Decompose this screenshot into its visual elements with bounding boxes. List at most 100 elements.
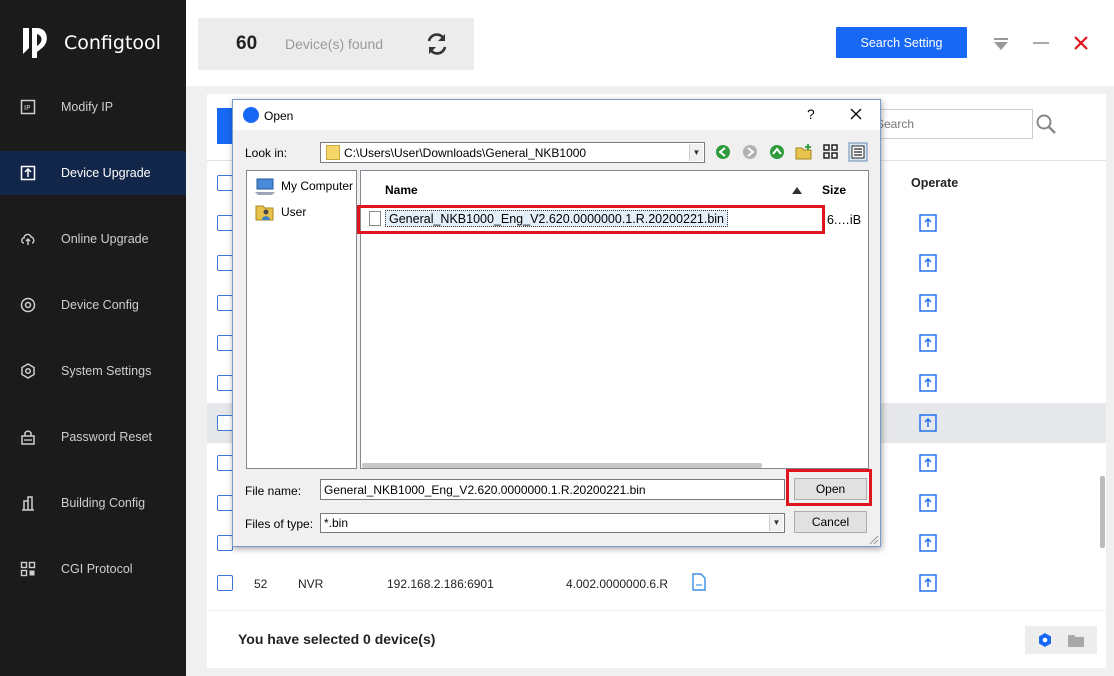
file-name-label: File name: — [245, 484, 302, 498]
row-checkbox[interactable] — [217, 255, 233, 271]
nav-item-device-upgrade[interactable]: Device Upgrade — [0, 151, 186, 195]
place-user[interactable]: User — [255, 202, 355, 222]
places-sidebar: My Computer User — [246, 170, 357, 469]
horizontal-scrollbar[interactable] — [362, 463, 762, 468]
cancel-button[interactable]: Cancel — [794, 511, 867, 533]
device-count-label: Device(s) found — [285, 36, 384, 52]
list-view-icon[interactable] — [821, 142, 841, 162]
forward-icon[interactable] — [740, 142, 760, 162]
settings-hex-icon[interactable] — [1037, 632, 1053, 648]
row-device-type: NVR — [298, 577, 324, 591]
row-checkbox[interactable] — [217, 455, 233, 471]
folder-icon — [326, 145, 340, 160]
upgrade-icon[interactable] — [919, 294, 937, 312]
row-checkbox[interactable] — [217, 335, 233, 351]
dropdown-icon[interactable] — [993, 38, 1009, 50]
my-computer-icon — [255, 178, 275, 195]
row-checkbox[interactable] — [217, 495, 233, 511]
nav-item-device-config[interactable]: Device Config — [0, 283, 186, 327]
user-folder-icon — [255, 205, 274, 221]
size-column-header[interactable]: Size — [822, 183, 846, 197]
file-name-input[interactable] — [320, 479, 785, 500]
select-all-checkbox[interactable] — [217, 175, 233, 191]
row-checkbox[interactable] — [217, 295, 233, 311]
top-bar: 60 Device(s) found Search Setting — [186, 0, 1114, 86]
selected-count-text: You have selected 0 device(s) — [238, 631, 436, 647]
table-scrollbar[interactable] — [1100, 476, 1105, 548]
look-in-combo[interactable]: C:\Users\User\Downloads\General_NKB1000 … — [320, 142, 705, 163]
upgrade-icon[interactable] — [919, 414, 937, 432]
device-upgrade-icon — [20, 165, 36, 181]
row-number: 52 — [254, 577, 268, 591]
upgrade-icon[interactable] — [919, 254, 937, 272]
dialog-close-icon[interactable] — [849, 107, 863, 121]
device-count-panel: 60 Device(s) found — [198, 18, 474, 70]
upgrade-icon[interactable] — [919, 334, 937, 352]
nav-label: Online Upgrade — [61, 232, 149, 246]
nav-item-modify-ip[interactable]: IP Modify IP — [0, 85, 186, 129]
files-of-type-label: Files of type: — [245, 517, 314, 531]
row-checkbox[interactable] — [217, 215, 233, 231]
resize-grip-icon[interactable] — [869, 535, 879, 545]
back-icon[interactable] — [713, 142, 733, 162]
app-name: Configtool — [64, 32, 161, 54]
brand: Configtool — [20, 26, 161, 60]
nav-item-password-reset[interactable]: Password Reset — [0, 415, 186, 459]
chevron-down-icon[interactable]: ▼ — [769, 515, 783, 531]
nav-label: Password Reset — [61, 430, 153, 444]
row-checkbox[interactable] — [217, 415, 233, 431]
new-folder-icon[interactable] — [794, 142, 814, 162]
upgrade-icon[interactable] — [919, 374, 937, 392]
building-config-icon — [22, 496, 34, 511]
footer: You have selected 0 device(s) — [207, 611, 1106, 668]
dialog-app-icon — [243, 107, 259, 123]
minimize-icon[interactable] — [1033, 42, 1049, 44]
help-button[interactable]: ? — [807, 106, 815, 122]
table-row[interactable]: 52 NVR 192.168.2.186:6901 4.002.0000000.… — [207, 563, 1106, 603]
file-icon[interactable] — [691, 573, 707, 591]
search-setting-button[interactable]: Search Setting — [836, 27, 967, 58]
refresh-icon[interactable] — [424, 31, 450, 57]
nav-item-cgi-protocol[interactable]: CGI Protocol — [0, 547, 186, 591]
upgrade-icon[interactable] — [919, 214, 937, 232]
nav-label: Device Config — [61, 298, 139, 312]
highlight-file-item — [357, 205, 825, 234]
sort-ascending-icon — [792, 187, 802, 194]
cgi-protocol-icon — [20, 561, 36, 577]
system-settings-icon — [21, 363, 35, 379]
up-folder-icon[interactable] — [767, 142, 787, 162]
row-version: 4.002.0000000.6.R — [566, 577, 669, 591]
search-input[interactable] — [867, 109, 1033, 139]
upgrade-icon[interactable] — [919, 494, 937, 512]
files-of-type-value: *.bin — [324, 516, 349, 530]
highlight-open-button — [786, 469, 872, 506]
folder-icon[interactable] — [1067, 632, 1085, 648]
nav-item-building-config[interactable]: Building Config — [0, 481, 186, 525]
files-of-type-select[interactable]: *.bin ▼ — [320, 513, 785, 533]
upgrade-icon[interactable] — [919, 534, 937, 552]
row-checkbox[interactable] — [217, 575, 233, 591]
place-label: My Computer — [281, 179, 354, 193]
dialog-title-bar: Open ? — [233, 100, 880, 130]
row-checkbox[interactable] — [217, 535, 233, 551]
name-column-header[interactable]: Name — [385, 183, 418, 197]
password-reset-icon — [21, 430, 35, 445]
row-ip: 192.168.2.186:6901 — [387, 577, 494, 591]
configtool-logo-icon — [23, 28, 47, 58]
detail-view-icon[interactable] — [848, 142, 868, 162]
nav-label: Device Upgrade — [61, 166, 151, 180]
sidebar: Configtool IP Modify IP Device Upgrade O… — [0, 0, 186, 676]
search-icon[interactable] — [1035, 113, 1057, 135]
close-icon[interactable] — [1073, 35, 1089, 51]
upgrade-icon[interactable] — [919, 454, 937, 472]
upgrade-icon[interactable] — [919, 574, 937, 592]
device-config-icon — [20, 297, 36, 313]
row-checkbox[interactable] — [217, 375, 233, 391]
nav-item-online-upgrade[interactable]: Online Upgrade — [0, 217, 186, 261]
nav-label: Building Config — [61, 496, 146, 510]
nav-item-system-settings[interactable]: System Settings — [0, 349, 186, 393]
look-in-path: C:\Users\User\Downloads\General_NKB1000 — [344, 146, 587, 160]
place-my-computer[interactable]: My Computer — [255, 176, 355, 196]
svg-text:IP: IP — [24, 104, 30, 112]
chevron-down-icon[interactable]: ▼ — [689, 144, 703, 161]
